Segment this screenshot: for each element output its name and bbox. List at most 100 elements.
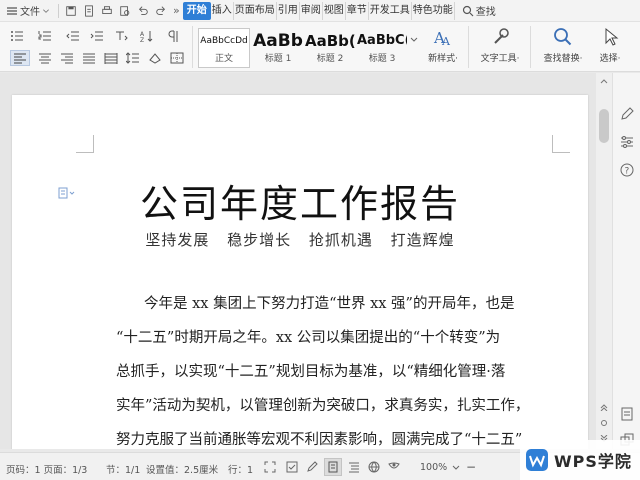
margin-mark — [552, 135, 570, 153]
increase-indent-icon[interactable] — [90, 30, 104, 42]
style-normal[interactable]: AaBbCcDd 正文 — [198, 28, 250, 68]
previous-page-icon[interactable] — [600, 403, 608, 411]
tab-7[interactable]: 开发工具 — [369, 1, 412, 20]
zoom-dropdown-icon[interactable] — [452, 461, 460, 473]
more-icon[interactable]: » — [170, 1, 183, 21]
style-label: 正文 — [214, 54, 233, 64]
setting-value[interactable]: 设置值：2.5厘米 — [146, 462, 218, 476]
cursor-icon — [605, 27, 619, 46]
align-center-icon[interactable] — [38, 52, 52, 64]
justify-icon[interactable] — [82, 52, 96, 64]
align-left-icon — [14, 53, 26, 64]
undo-icon[interactable] — [134, 1, 152, 21]
proofread-icon[interactable] — [286, 461, 298, 473]
section-info[interactable]: 节：1/1 — [106, 462, 140, 476]
align-right-icon[interactable] — [60, 52, 74, 64]
menu-bar: 文件 » 开始 插入 页面布局 引用 审阅 视图 章节 开发工具 特色功能 查找 — [0, 0, 640, 22]
style-heading-1[interactable]: AaBb 标题 1 — [252, 28, 304, 68]
tab-3[interactable]: 引用 — [277, 1, 300, 20]
wps-logo-icon — [526, 449, 548, 471]
sort-icon[interactable]: AZ — [140, 30, 154, 42]
document-panel-icon[interactable] — [620, 407, 634, 421]
menu-icon — [7, 6, 17, 15]
style-sample: AaBb( — [305, 32, 355, 50]
svg-text:?: ? — [625, 167, 630, 177]
search-icon — [462, 5, 474, 16]
style-label: 标题 3 — [368, 54, 396, 64]
style-sample: AaBbC( — [357, 33, 407, 48]
reading-mode-icon[interactable] — [388, 461, 400, 473]
style-heading-2[interactable]: AaBb( 标题 2 — [304, 28, 356, 68]
document-title[interactable]: 公司年度工作报告 — [12, 173, 588, 228]
gallery-expand-icon[interactable] — [410, 36, 418, 44]
hamburger-menu-button[interactable]: 文件 — [0, 1, 55, 21]
style-label: 标题 1 — [264, 54, 292, 64]
tab-5[interactable]: 视图 — [323, 1, 346, 20]
fullscreen-icon[interactable] — [264, 461, 276, 473]
side-panel-toolbar: ? — [612, 73, 640, 449]
line-spacing-icon[interactable] — [126, 52, 140, 64]
distributed-icon[interactable] — [104, 52, 118, 64]
vertical-scrollbar[interactable] — [596, 73, 612, 449]
tab-8[interactable]: 特色功能 — [412, 1, 455, 20]
style-heading-3[interactable]: AaBbC( 标题 3 — [356, 28, 408, 68]
border-icon[interactable] — [170, 52, 184, 64]
select-browse-object-icon[interactable] — [600, 419, 608, 427]
tab-6[interactable]: 章节 — [346, 1, 369, 20]
paragraph-line[interactable]: 今年是 xx 集团上下努力打造“世界 xx 强”的开局年，也是 — [144, 292, 514, 313]
text-tools-button[interactable]: 文字工具· — [476, 26, 524, 64]
new-style-button[interactable]: AA 新样式· — [422, 26, 464, 64]
page-info[interactable]: 页码：1 页面：1/3 — [6, 462, 87, 476]
text-direction-icon[interactable] — [114, 30, 128, 42]
shading-icon[interactable] — [148, 52, 162, 64]
tab-0[interactable]: 开始 — [182, 1, 211, 20]
paragraph-line[interactable]: “十二五”时期开局之年。xx 公司以集团提出的“十个转变”为 — [116, 326, 500, 347]
tab-2[interactable]: 页面布局 — [234, 1, 277, 20]
scrollbar-thumb[interactable] — [599, 109, 609, 143]
new-style-icon: AA — [433, 29, 451, 48]
document-subtitle[interactable]: 坚持发展 稳步增长 抢抓机遇 打造辉煌 — [12, 229, 588, 250]
select-button[interactable]: 选择· — [592, 26, 628, 64]
save-icon[interactable] — [62, 1, 80, 21]
row-info[interactable]: 行：1 — [228, 462, 253, 476]
wrench-icon — [494, 28, 509, 44]
export-pdf-icon[interactable] — [80, 1, 98, 21]
find-replace-icon — [554, 28, 572, 46]
zoom-out-button[interactable]: − — [466, 460, 476, 474]
style-label: 标题 2 — [316, 54, 344, 64]
paragraph-line[interactable]: 努力克服了当前通胀等宏观不利因素影响，圆满完成了“十二五” — [116, 428, 522, 449]
select-label: 选择· — [599, 54, 621, 64]
print-preview-icon[interactable] — [116, 1, 134, 21]
help-icon[interactable]: ? — [620, 163, 634, 177]
wps-academy-label: WPS学院 — [554, 452, 632, 471]
paragraph-line[interactable]: 总抓手，以实现“十二五”规划目标为基准，以“精细化管理·落 — [116, 360, 505, 381]
adjust-icon[interactable] — [620, 135, 634, 149]
divider — [530, 26, 531, 68]
pen-mode-icon[interactable] — [306, 461, 318, 473]
decrease-indent-icon[interactable] — [66, 30, 80, 42]
tab-1[interactable]: 插入 — [211, 1, 234, 20]
page-view-icon — [328, 461, 338, 473]
scroll-up-icon[interactable] — [600, 77, 608, 85]
tab-4[interactable]: 审阅 — [300, 1, 323, 20]
print-icon[interactable] — [98, 1, 116, 21]
pen-icon[interactable] — [620, 107, 634, 121]
numbered-list-icon[interactable] — [38, 30, 52, 42]
divider — [58, 3, 59, 18]
divider — [192, 26, 193, 68]
find-replace-button[interactable]: 查找替换· — [538, 26, 588, 64]
outline-view-icon[interactable] — [348, 461, 360, 473]
divider — [468, 26, 469, 68]
search-button[interactable]: 查找 — [459, 1, 499, 21]
style-sample: AaBb — [253, 31, 303, 51]
show-marks-icon[interactable] — [166, 30, 180, 42]
style-sample: AaBbCcDd — [200, 36, 248, 46]
zoom-level[interactable]: 100% — [420, 462, 447, 473]
document-canvas[interactable]: 公司年度工作报告 坚持发展 稳步增长 抢抓机遇 打造辉煌 今年是 xx 集团上下… — [0, 73, 596, 449]
bullet-list-icon[interactable] — [10, 30, 24, 42]
redo-icon[interactable] — [152, 1, 170, 21]
web-view-icon[interactable] — [368, 461, 380, 473]
document-page[interactable]: 公司年度工作报告 坚持发展 稳步增长 抢抓机遇 打造辉煌 今年是 xx 集团上下… — [12, 95, 588, 449]
svg-text:A: A — [441, 35, 451, 48]
paragraph-line[interactable]: 实年”活动为契机，以管理创新为突破口，求真务实，扎实工作， — [116, 394, 529, 415]
